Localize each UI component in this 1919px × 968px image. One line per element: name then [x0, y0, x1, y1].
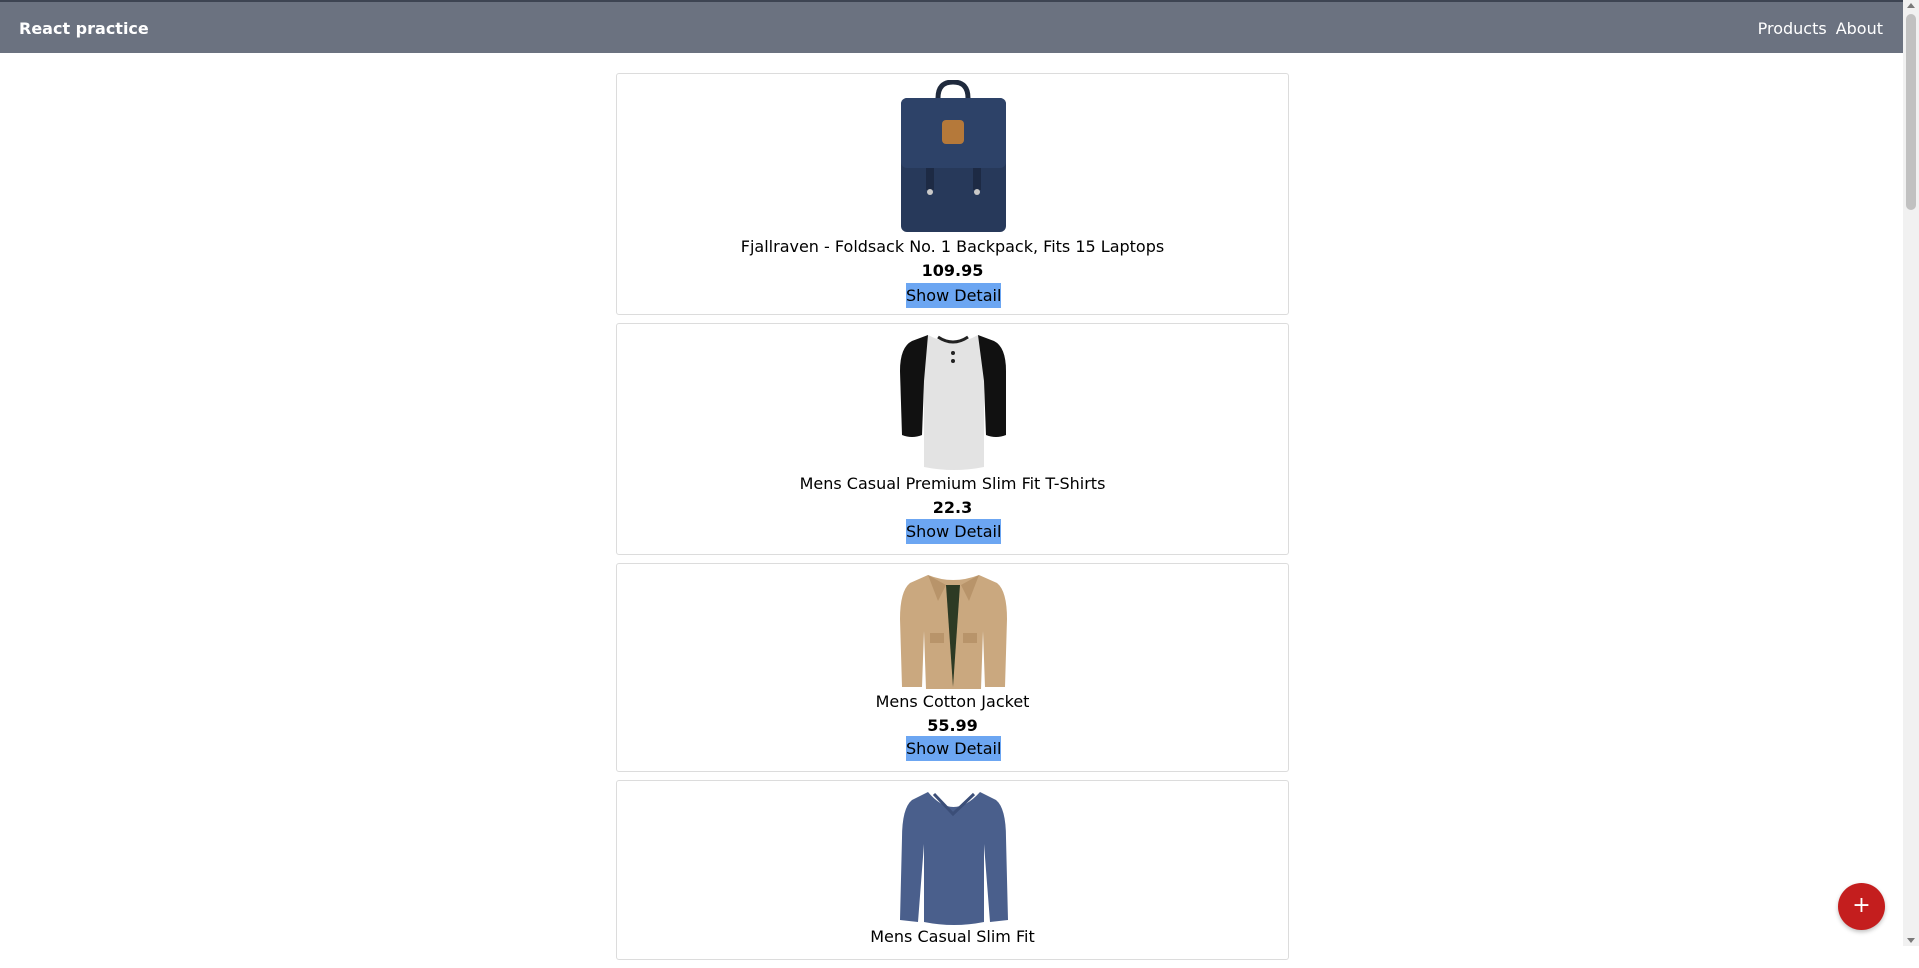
scrollbar[interactable]: [1903, 0, 1919, 946]
scroll-thumb[interactable]: [1906, 14, 1916, 210]
show-details-button[interactable]: Show Details: [906, 519, 1001, 544]
navbar: React practice Products About: [0, 2, 1903, 53]
show-details-button[interactable]: Show Details: [906, 736, 1001, 761]
product-price: 22.3: [932, 498, 973, 517]
longsleeve-image: [898, 788, 1009, 926]
product-card: Mens Cotton Jacket 55.99 Show Details: [616, 563, 1289, 772]
nav-link-about[interactable]: About: [1836, 19, 1883, 38]
product-card: Mens Casual Slim Fit: [616, 780, 1289, 960]
product-card: Mens Casual Premium Slim Fit T-Shirts 22…: [616, 323, 1289, 555]
product-title: Fjallraven - Foldsack No. 1 Backpack, Fi…: [740, 237, 1165, 256]
product-title: Mens Casual Slim Fit: [870, 927, 1035, 946]
scroll-down-arrow-icon[interactable]: [1907, 938, 1915, 943]
product-price: 109.95: [921, 261, 984, 280]
tshirt-image: [898, 331, 1009, 473]
add-button[interactable]: +: [1838, 883, 1885, 930]
product-price: 55.99: [927, 716, 978, 735]
jacket-image: [898, 571, 1009, 690]
product-list: Fjallraven - Foldsack No. 1 Backpack, Fi…: [616, 73, 1289, 968]
product-title: Mens Casual Premium Slim Fit T-Shirts: [799, 474, 1106, 493]
plus-icon: +: [1852, 893, 1871, 918]
nav-links: Products About: [1758, 19, 1883, 38]
product-card: Fjallraven - Foldsack No. 1 Backpack, Fi…: [616, 73, 1289, 315]
show-details-button[interactable]: Show Details: [906, 283, 1001, 308]
brand-link[interactable]: React practice: [19, 19, 149, 38]
scroll-up-arrow-icon[interactable]: [1907, 3, 1915, 8]
nav-link-products[interactable]: Products: [1758, 19, 1827, 38]
product-title: Mens Cotton Jacket: [875, 692, 1030, 711]
backpack-image: [898, 80, 1009, 234]
